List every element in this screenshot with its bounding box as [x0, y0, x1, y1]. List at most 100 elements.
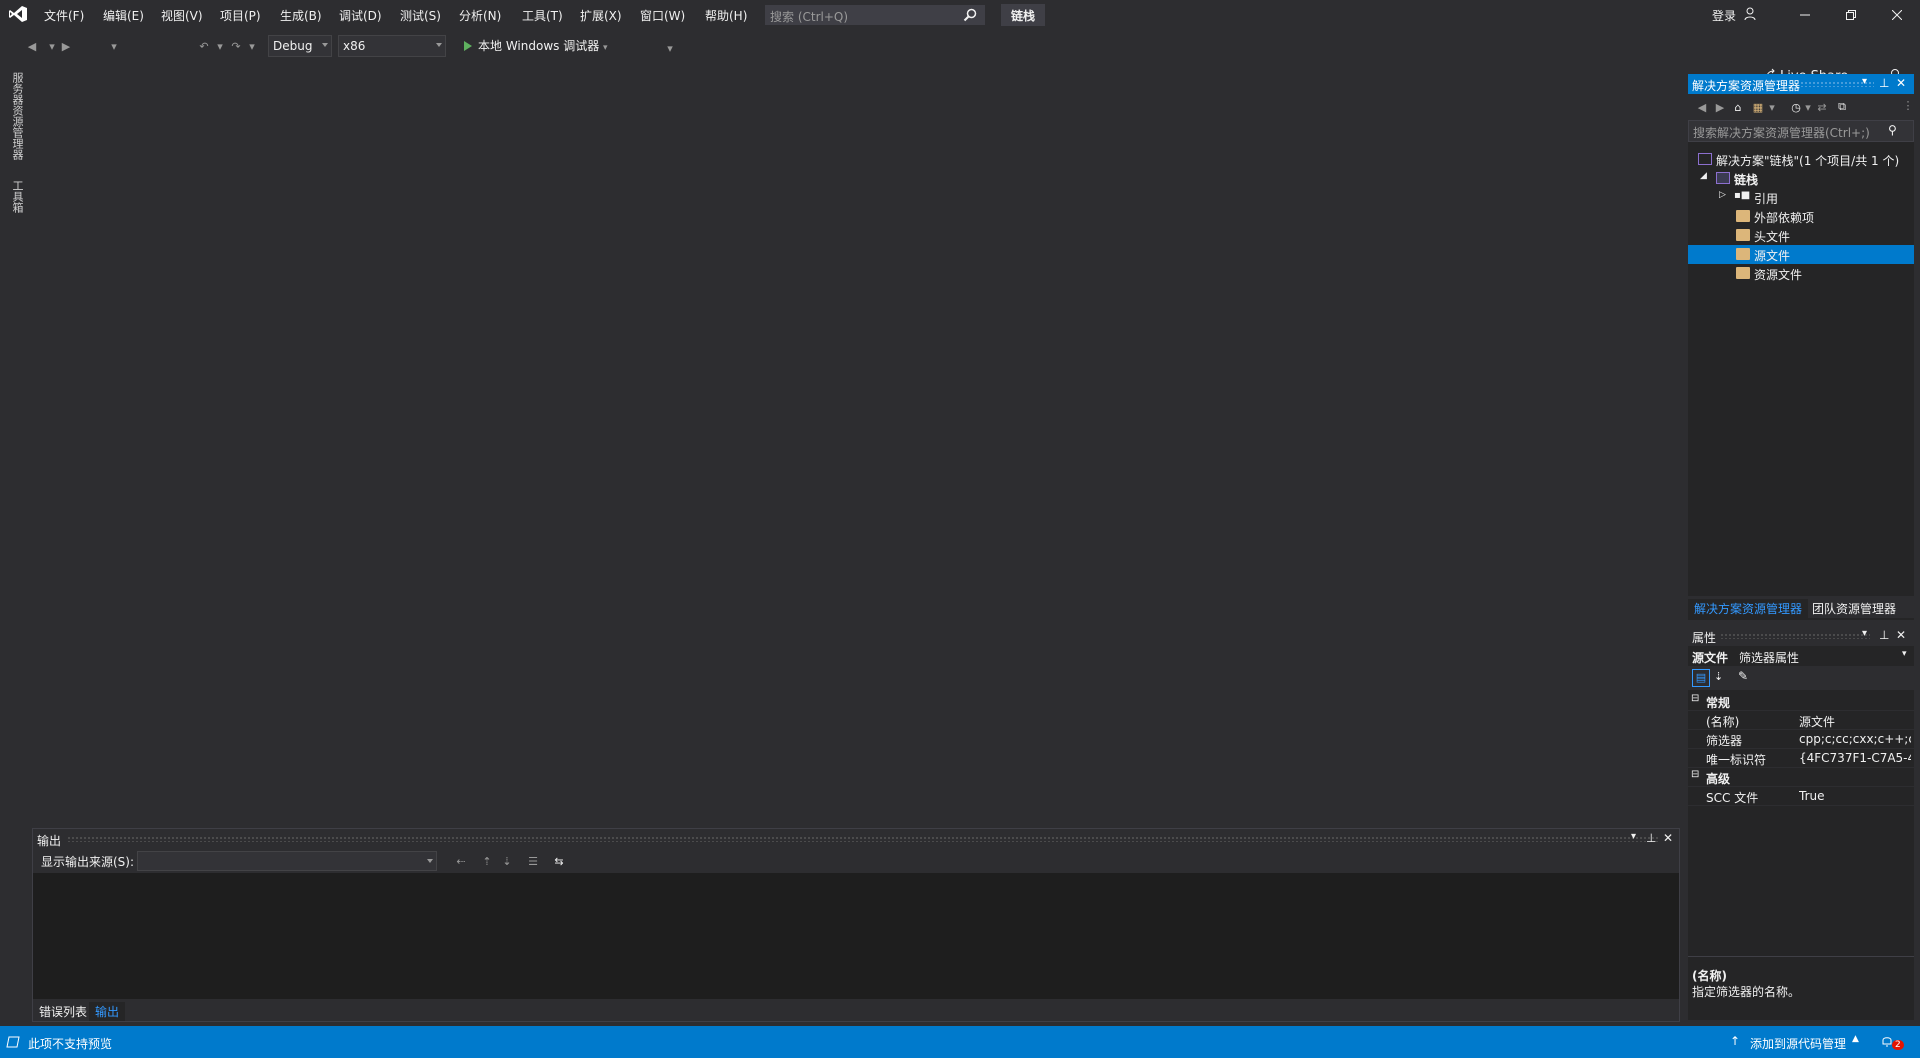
- output-text-area[interactable]: [33, 873, 1679, 1001]
- property-category-general[interactable]: ⊟ 常规: [1688, 692, 1914, 711]
- collapse-icon[interactable]: ⊟: [1691, 769, 1699, 780]
- previous-message-icon[interactable]: ⇡: [479, 853, 495, 869]
- clear-all-icon[interactable]: ☰: [525, 853, 541, 869]
- tree-item-external-dependencies[interactable]: 外部依赖项: [1688, 207, 1914, 226]
- undo-icon[interactable]: ↶: [196, 38, 212, 54]
- tree-item-project[interactable]: ◢ 链栈: [1688, 169, 1914, 188]
- start-debugging-button[interactable]: 本地 Windows 调试器 ▾: [464, 37, 608, 54]
- property-value[interactable]: cpp;c;cc;cxx;c++;cp: [1799, 732, 1911, 746]
- property-row[interactable]: 筛选器 cpp;c;cc;cxx;c++;cp: [1688, 730, 1914, 749]
- panel-grip[interactable]: [67, 836, 1659, 842]
- property-row[interactable]: (名称) 源文件: [1688, 711, 1914, 730]
- tab-team-explorer[interactable]: 团队资源管理器: [1806, 599, 1902, 618]
- window-position-dropdown-icon[interactable]: ▾: [1631, 831, 1636, 842]
- find-message-icon[interactable]: ⇠: [453, 853, 469, 869]
- word-wrap-icon[interactable]: ⇆: [551, 853, 567, 869]
- pin-icon[interactable]: ⊥: [1646, 831, 1656, 845]
- property-category-advanced[interactable]: ⊟ 高级: [1688, 768, 1914, 787]
- minimize-button[interactable]: [1782, 0, 1828, 30]
- menu-file[interactable]: 文件(F): [44, 7, 84, 24]
- toolbox-tab[interactable]: 工具箱: [9, 180, 25, 213]
- property-key: (名称): [1706, 715, 1740, 729]
- forward-icon[interactable]: ▶: [1712, 99, 1728, 115]
- server-explorer-tab[interactable]: 服务器资源管理器: [9, 72, 25, 160]
- redo-icon[interactable]: ↷: [228, 38, 244, 54]
- property-key: 筛选器: [1706, 734, 1743, 748]
- add-to-source-control-button[interactable]: 添加到源代码管理: [1750, 1035, 1846, 1052]
- chevron-up-icon: ▲: [1852, 1034, 1859, 1044]
- new-dropdown-icon[interactable]: ▾: [106, 38, 122, 54]
- tab-output[interactable]: 输出: [89, 1002, 126, 1021]
- sync-active-document-icon[interactable]: ⇄: [1814, 99, 1830, 115]
- expanded-arrow-icon[interactable]: ◢: [1700, 171, 1707, 181]
- property-value[interactable]: 源文件: [1799, 713, 1911, 730]
- tab-error-list[interactable]: 错误列表: [33, 1002, 93, 1021]
- back-icon[interactable]: ◀: [1694, 99, 1710, 115]
- menu-view[interactable]: 视图(V): [161, 7, 203, 24]
- close-window-button[interactable]: [1874, 0, 1920, 30]
- property-value[interactable]: True: [1799, 789, 1911, 803]
- menu-help[interactable]: 帮助(H): [705, 7, 747, 24]
- sign-in-link[interactable]: 登录: [1712, 7, 1736, 24]
- collapse-icon[interactable]: ⊟: [1691, 693, 1699, 704]
- property-row[interactable]: 唯一标识符 {4FC737F1-C7A5-43: [1688, 749, 1914, 768]
- navigate-back-icon[interactable]: ◀: [24, 38, 40, 54]
- quick-launch-search-input[interactable]: 搜索 (Ctrl+Q): [765, 5, 985, 25]
- menu-test[interactable]: 测试(S): [400, 7, 441, 24]
- switch-views-dropdown-icon[interactable]: ▾: [1764, 99, 1780, 115]
- property-row[interactable]: SCC 文件 True: [1688, 787, 1914, 806]
- solution-configuration-select[interactable]: Debug: [268, 35, 332, 57]
- tree-item-resource-files[interactable]: 资源文件: [1688, 264, 1914, 283]
- user-icon[interactable]: [1744, 7, 1758, 21]
- chevron-down-icon: [322, 43, 328, 47]
- close-panel-icon[interactable]: ✕: [1896, 76, 1906, 90]
- properties-object-name: 源文件: [1692, 651, 1729, 665]
- tab-solution-explorer[interactable]: 解决方案资源管理器: [1688, 599, 1809, 618]
- pin-icon[interactable]: ⊥: [1879, 76, 1889, 90]
- search-icon[interactable]: [963, 8, 977, 22]
- menu-tools[interactable]: 工具(T): [522, 7, 563, 24]
- alphabetical-icon[interactable]: ⇣: [1714, 670, 1723, 683]
- pin-icon[interactable]: ⊥: [1879, 628, 1889, 642]
- collapsed-arrow-icon[interactable]: ▷: [1719, 190, 1726, 200]
- menu-window[interactable]: 窗口(W): [640, 7, 685, 24]
- categorized-icon[interactable]: ▤: [1692, 669, 1710, 687]
- tree-item-solution[interactable]: 解决方案"链栈"(1 个项目/共 1 个): [1688, 150, 1914, 169]
- redo-dropdown-icon[interactable]: ▾: [244, 38, 260, 54]
- close-panel-icon[interactable]: ✕: [1663, 831, 1673, 845]
- navigate-forward-icon[interactable]: ▶: [58, 38, 74, 54]
- menu-debug[interactable]: 调试(D): [339, 7, 382, 24]
- tree-item-header-files[interactable]: 头文件: [1688, 226, 1914, 245]
- solution-explorer-panel: 解决方案资源管理器 ▾ ⊥ ✕ ◀ ▶ ⌂ ▦ ▾ ◷ ▾ ⇄ ⧉ ⋮ 搜索解决…: [1688, 74, 1914, 620]
- status-message: 此项不支持预览: [28, 1037, 113, 1051]
- home-icon[interactable]: ⌂: [1730, 99, 1746, 115]
- property-value[interactable]: {4FC737F1-C7A5-43: [1799, 751, 1911, 765]
- toolbar-overflow-icon[interactable]: ⋮: [1900, 97, 1916, 113]
- menu-analyze[interactable]: 分析(N): [459, 7, 501, 24]
- visual-studio-logo-icon[interactable]: [8, 5, 28, 23]
- tree-item-references[interactable]: ▷ ▪■ 引用: [1688, 188, 1914, 207]
- panel-grip[interactable]: [1720, 633, 1870, 639]
- window-position-dropdown-icon[interactable]: ▾: [1862, 76, 1867, 87]
- menu-build[interactable]: 生成(B): [280, 7, 322, 24]
- undo-dropdown-icon[interactable]: ▾: [212, 38, 228, 54]
- output-source-select[interactable]: [137, 851, 437, 871]
- menu-project[interactable]: 项目(P): [220, 7, 261, 24]
- solution-platform-select[interactable]: x86: [338, 35, 446, 57]
- restore-button[interactable]: [1828, 0, 1874, 30]
- solution-explorer-search-input[interactable]: 搜索解决方案资源管理器(Ctrl+;): [1688, 120, 1914, 142]
- window-position-dropdown-icon[interactable]: ▾: [1862, 628, 1867, 639]
- property-pages-icon[interactable]: ✎: [1738, 669, 1748, 683]
- restore-icon: [1846, 10, 1856, 20]
- properties-object-select[interactable]: 源文件 筛选器属性 ▾: [1688, 646, 1914, 666]
- toolbar-overflow-icon[interactable]: ▾: [662, 40, 678, 56]
- collapse-all-icon[interactable]: ⧉: [1834, 99, 1850, 115]
- close-panel-icon[interactable]: ✕: [1896, 628, 1906, 642]
- menu-extensions[interactable]: 扩展(X): [580, 7, 622, 24]
- menu-edit[interactable]: 编辑(E): [103, 7, 144, 24]
- next-message-icon[interactable]: ⇣: [499, 853, 515, 869]
- search-icon[interactable]: ⚲: [1888, 123, 1897, 137]
- editor-area[interactable]: [28, 62, 1686, 827]
- property-category-label: 高级: [1706, 772, 1731, 786]
- tree-item-source-files[interactable]: 源文件: [1688, 245, 1914, 264]
